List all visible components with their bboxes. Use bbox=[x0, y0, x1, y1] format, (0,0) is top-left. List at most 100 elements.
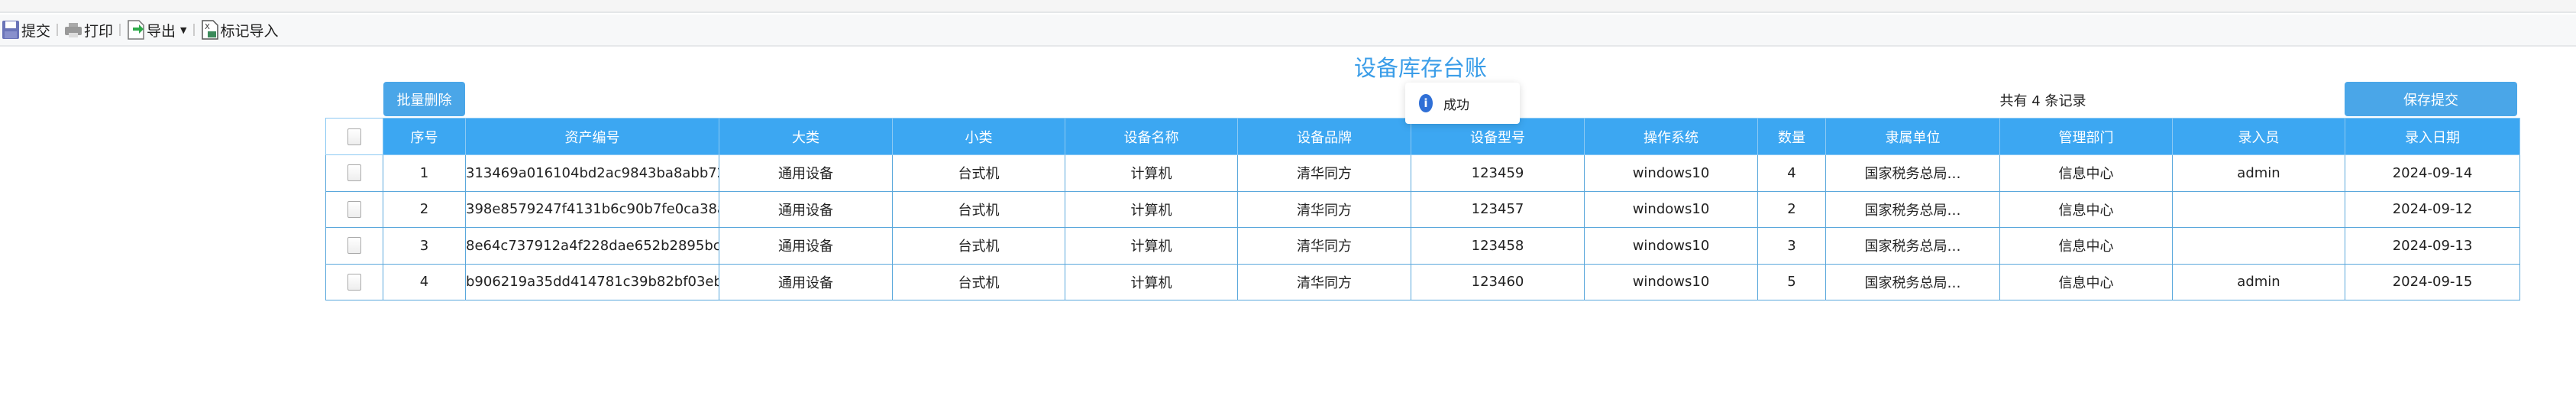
divider bbox=[119, 24, 121, 36]
table-cell: b906219a35dd414781c39b82bf03eb1a bbox=[465, 263, 719, 300]
table-cell: 8e64c737912a4f228dae652b2895bc36 bbox=[465, 227, 719, 265]
row-checkbox[interactable] bbox=[347, 200, 361, 218]
printer-icon bbox=[64, 20, 82, 40]
table-cell: 123458 bbox=[1411, 227, 1585, 265]
table-cell: admin bbox=[2172, 154, 2345, 192]
table-cell: 国家税务总局… bbox=[1825, 154, 2000, 192]
table-row[interactable]: 2 398e8579247f4131b6c90b7fe0ca38a3 通用设备 台式机… bbox=[325, 190, 2520, 228]
table-cell: 台式机 bbox=[892, 227, 1065, 265]
divider bbox=[57, 24, 59, 36]
export-label: 导出 bbox=[147, 22, 176, 40]
excel-import-icon: X bbox=[201, 20, 219, 40]
table-cell: 5 bbox=[1757, 263, 1826, 300]
table-cell: 清华同方 bbox=[1237, 154, 1411, 192]
table-cell: 4 bbox=[383, 263, 466, 300]
table-cell: 2024-09-13 bbox=[2345, 227, 2520, 265]
select-all-cell bbox=[325, 118, 383, 155]
table-cell: 4 bbox=[1757, 154, 1826, 192]
column-header: 设备品牌 bbox=[1237, 118, 1411, 155]
table-row[interactable]: 1 313469a016104bd2ac9843ba8abb7224 通用设备 台式机… bbox=[325, 154, 2520, 192]
toolbar: 提交 打印 导出 ▼ X 标记导入 bbox=[0, 15, 2576, 47]
table-cell: 信息中心 bbox=[1999, 154, 2173, 192]
table-cell: 计算机 bbox=[1065, 190, 1238, 228]
row-select-cell bbox=[325, 190, 383, 228]
table-cell: 通用设备 bbox=[719, 190, 893, 228]
print-label: 打印 bbox=[84, 22, 114, 40]
table-cell: 台式机 bbox=[892, 190, 1065, 228]
save-icon bbox=[2, 20, 20, 40]
page-title: 设备库存台账 bbox=[1353, 55, 1487, 81]
column-header: 管理部门 bbox=[1999, 118, 2173, 155]
batch-delete-button[interactable]: 批量删除 bbox=[383, 82, 465, 116]
table-cell: 台式机 bbox=[892, 154, 1065, 192]
table-cell: 清华同方 bbox=[1237, 263, 1411, 300]
column-header: 大类 bbox=[719, 118, 893, 155]
column-header: 操作系统 bbox=[1584, 118, 1758, 155]
row-select-cell bbox=[325, 263, 383, 300]
table-cell: windows10 bbox=[1584, 227, 1758, 265]
table-cell: 2024-09-12 bbox=[2345, 190, 2520, 228]
row-checkbox[interactable] bbox=[347, 273, 361, 291]
success-toast: i 成功 bbox=[1405, 83, 1520, 124]
table-cell bbox=[2172, 190, 2345, 228]
table-cell: 398e8579247f4131b6c90b7fe0ca38a3 bbox=[465, 190, 719, 228]
table-cell: 通用设备 bbox=[719, 227, 893, 265]
record-count: 共有 4 条记录 bbox=[1999, 93, 2086, 109]
svg-text:X: X bbox=[205, 23, 210, 31]
row-checkbox[interactable] bbox=[347, 164, 361, 182]
table-cell: 台式机 bbox=[892, 263, 1065, 300]
table-cell: windows10 bbox=[1584, 190, 1758, 228]
column-header: 小类 bbox=[892, 118, 1065, 155]
table-cell: 计算机 bbox=[1065, 227, 1238, 265]
table-cell: 清华同方 bbox=[1237, 190, 1411, 228]
print-button[interactable]: 打印 bbox=[64, 20, 113, 41]
submit-button[interactable]: 提交 bbox=[2, 20, 50, 41]
export-dropdown[interactable]: 导出 ▼ bbox=[127, 20, 187, 41]
toast-message: 成功 bbox=[1443, 97, 1469, 113]
column-header: 设备名称 bbox=[1065, 118, 1238, 155]
submit-label: 提交 bbox=[21, 22, 51, 40]
export-icon bbox=[127, 20, 145, 40]
table-cell bbox=[2172, 227, 2345, 265]
row-select-cell bbox=[325, 154, 383, 192]
column-header: 录入员 bbox=[2172, 118, 2345, 155]
table-cell: 2 bbox=[1757, 190, 1826, 228]
table-cell: 313469a016104bd2ac9843ba8abb7224 bbox=[465, 154, 719, 192]
row-checkbox[interactable] bbox=[347, 237, 361, 255]
column-header: 资产编号 bbox=[465, 118, 719, 155]
table-cell: 3 bbox=[383, 227, 466, 265]
table-cell: 计算机 bbox=[1065, 154, 1238, 192]
table-row[interactable]: 3 8e64c737912a4f228dae652b2895bc36 通用设备 台式机… bbox=[325, 227, 2520, 265]
table-cell: 信息中心 bbox=[1999, 263, 2173, 300]
table-cell: 信息中心 bbox=[1999, 227, 2173, 265]
table-cell: 计算机 bbox=[1065, 263, 1238, 300]
caret-down-icon: ▼ bbox=[180, 24, 187, 35]
mark-import-button[interactable]: X 标记导入 bbox=[201, 20, 279, 41]
divider bbox=[192, 24, 195, 36]
save-submit-button[interactable]: 保存提交 bbox=[2345, 82, 2517, 116]
table-cell: 123459 bbox=[1411, 154, 1585, 192]
table-cell: 123460 bbox=[1411, 263, 1585, 300]
table-cell: 123457 bbox=[1411, 190, 1585, 228]
mark-import-label: 标记导入 bbox=[220, 22, 279, 40]
select-all-checkbox[interactable] bbox=[347, 128, 361, 145]
table-cell: 2 bbox=[383, 190, 466, 228]
table-row[interactable]: 4 b906219a35dd414781c39b82bf03eb1a 通用设备 台式机… bbox=[325, 263, 2520, 300]
table-cell: 国家税务总局… bbox=[1825, 190, 2000, 228]
table-cell: 国家税务总局… bbox=[1825, 263, 2000, 300]
table-cell: 1 bbox=[383, 154, 466, 192]
row-select-cell bbox=[325, 227, 383, 265]
equipment-table: 序号 资产编号 大类 小类 设备名称 设备品牌 设备型号 操作系统 数量 隶属单位 管理部门 录入员录… bbox=[325, 118, 2520, 300]
column-header: 隶属单位 bbox=[1825, 118, 2000, 155]
column-header: 录入日期 bbox=[2345, 118, 2520, 155]
table-cell: windows10 bbox=[1584, 154, 1758, 192]
table-cell: windows10 bbox=[1584, 263, 1758, 300]
table-cell: 通用设备 bbox=[719, 154, 893, 192]
table-cell: 清华同方 bbox=[1237, 227, 1411, 265]
table-cell: 2024-09-14 bbox=[2345, 154, 2520, 192]
browser-bookmark-strip bbox=[0, 0, 2576, 13]
table-cell: 国家税务总局… bbox=[1825, 227, 2000, 265]
table-cell: 信息中心 bbox=[1999, 190, 2173, 228]
table-cell: 2024-09-15 bbox=[2345, 263, 2520, 300]
table-cell: admin bbox=[2172, 263, 2345, 300]
